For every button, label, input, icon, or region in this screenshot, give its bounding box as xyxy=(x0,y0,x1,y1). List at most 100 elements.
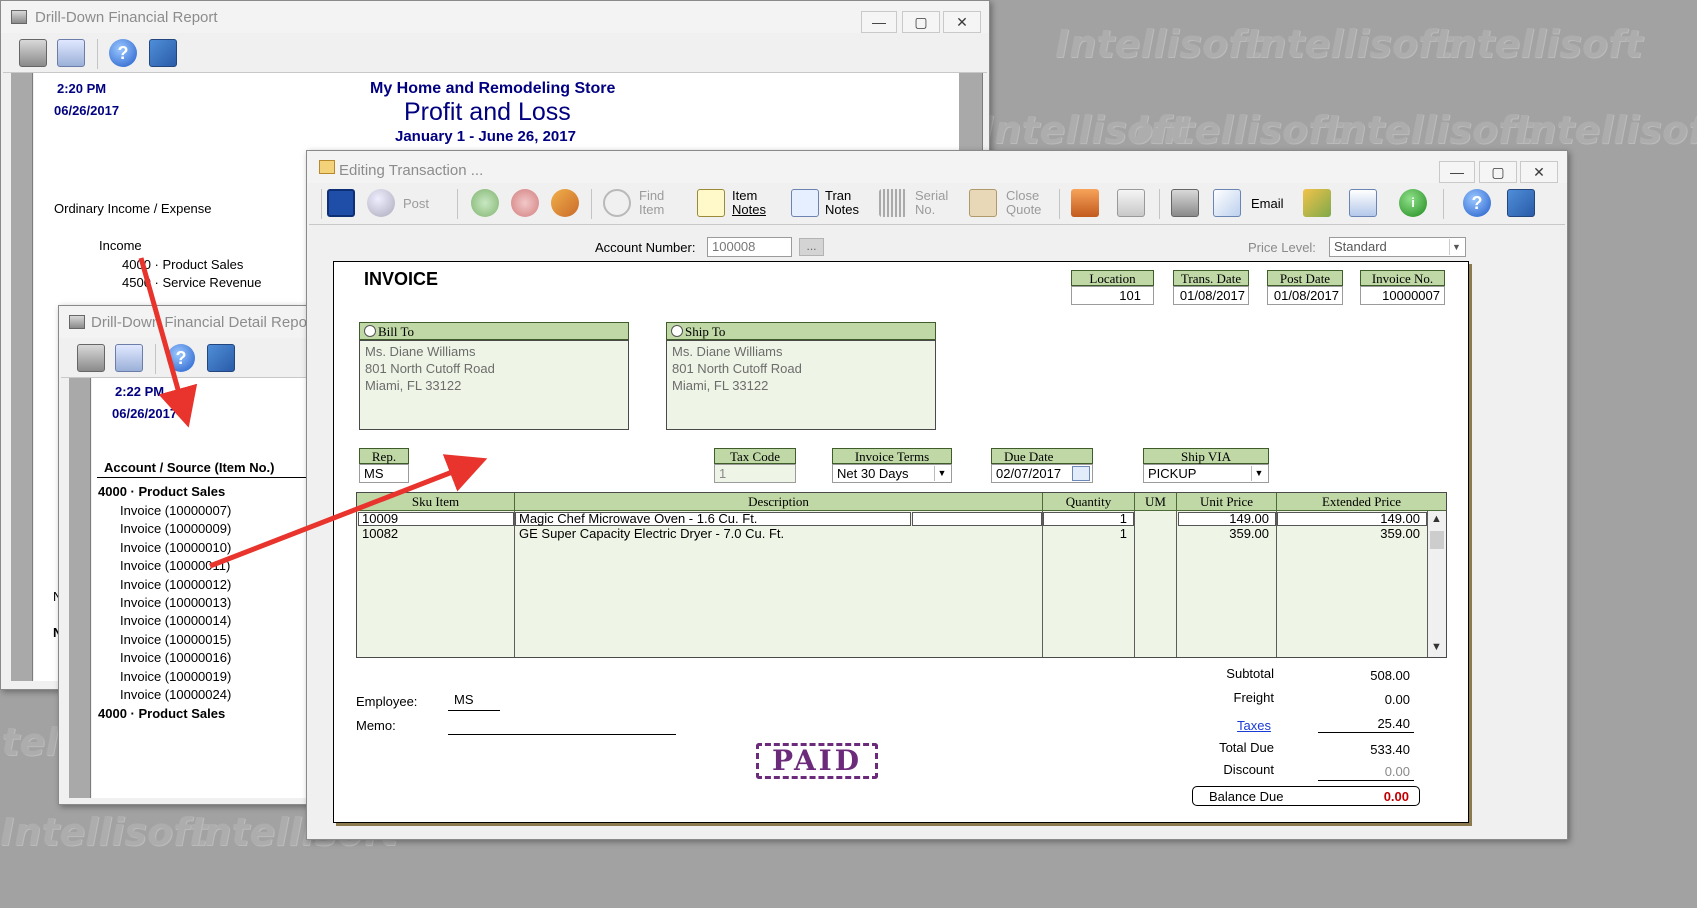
employee-value[interactable]: MS xyxy=(454,692,474,707)
export-icon[interactable] xyxy=(149,39,177,67)
tran-notes-icon[interactable] xyxy=(791,189,819,217)
serial-number-icon[interactable] xyxy=(879,189,907,217)
close-button[interactable]: ✕ xyxy=(1520,161,1558,183)
detail-row[interactable]: Invoice (10000009) xyxy=(120,521,231,536)
detail-row[interactable]: Invoice (10000012) xyxy=(120,577,231,592)
export-icon[interactable] xyxy=(1507,189,1535,217)
taxes-link[interactable]: Taxes xyxy=(1194,718,1271,733)
copy-line-icon[interactable] xyxy=(551,189,579,217)
taxes-value: 25.40 xyxy=(1377,716,1410,731)
find-item-icon[interactable] xyxy=(603,189,631,217)
close-quote-icon[interactable] xyxy=(969,189,997,217)
serial-number-label[interactable]: Serial No. xyxy=(915,189,948,217)
orders-icon[interactable] xyxy=(1071,189,1099,217)
item-notes-icon[interactable] xyxy=(697,189,725,217)
item-notes-label[interactable]: Item Notes xyxy=(732,189,766,217)
minimize-button[interactable]: — xyxy=(1439,161,1475,183)
balance-due-box: Balance Due 0.00 xyxy=(1192,786,1420,806)
close-quote-label-line1: Close xyxy=(1006,188,1040,203)
extended-price-cell[interactable]: 149.00 xyxy=(1277,512,1420,526)
email-label[interactable]: Email xyxy=(1251,197,1284,211)
email-icon[interactable] xyxy=(1213,189,1241,217)
detail-row[interactable]: Invoice (10000016) xyxy=(120,650,231,665)
quantity-cell[interactable]: 1 xyxy=(1043,527,1127,541)
post-icon[interactable] xyxy=(367,189,395,217)
save-icon[interactable] xyxy=(327,189,355,217)
clipboard-icon[interactable] xyxy=(1349,189,1377,217)
post-label[interactable]: Post xyxy=(403,197,429,211)
ship-via-select[interactable]: PICKUP ▼ xyxy=(1143,464,1269,483)
discount-value[interactable]: 0.00 xyxy=(1324,764,1410,779)
tax-code-field[interactable]: 1 xyxy=(714,464,796,483)
scroll-down-icon[interactable]: ▼ xyxy=(1431,641,1442,653)
price-level-select[interactable]: Standard ▼ xyxy=(1329,237,1466,257)
minimize-button[interactable]: — xyxy=(861,11,897,33)
window-title: Drill-Down Financial Report xyxy=(35,9,218,26)
extended-price-cell[interactable]: 359.00 xyxy=(1277,527,1420,541)
grid-scrollbar[interactable]: ▲ ▼ xyxy=(1428,511,1446,657)
chevron-down-icon[interactable]: ▼ xyxy=(1251,466,1266,481)
chevron-down-icon[interactable]: ▼ xyxy=(934,466,949,481)
detail-row[interactable]: Invoice (10000024) xyxy=(120,687,231,702)
invoice-terms-select[interactable]: Net 30 Days ▼ xyxy=(832,464,952,483)
tran-notes-label[interactable]: Tran Notes xyxy=(825,189,859,217)
quantity-cell[interactable]: 1 xyxy=(1043,512,1127,526)
maximize-button[interactable]: ▢ xyxy=(902,11,940,33)
add-line-icon[interactable] xyxy=(471,189,499,217)
location-field[interactable]: 101 xyxy=(1071,286,1154,305)
sku-cell[interactable]: 10082 xyxy=(362,527,398,541)
report-row[interactable]: 4500 · Service Revenue xyxy=(122,275,261,290)
taxes-link-text[interactable]: Taxes xyxy=(1237,718,1271,733)
balance-due-value: 0.00 xyxy=(1383,789,1409,804)
print-icon[interactable] xyxy=(19,39,47,67)
freight-value[interactable]: 0.00 xyxy=(1324,692,1410,707)
detail-row[interactable]: Invoice (10000010) xyxy=(120,540,231,555)
calendar-icon[interactable] xyxy=(1072,466,1090,481)
delete-line-icon[interactable] xyxy=(511,189,539,217)
info-icon[interactable]: i xyxy=(1399,189,1427,217)
rep-field[interactable]: MS xyxy=(359,464,409,483)
maximize-button[interactable]: ▢ xyxy=(1479,161,1517,183)
close-quote-label[interactable]: Close Quote xyxy=(1006,189,1041,217)
description-cell[interactable]: Magic Chef Microwave Oven - 1.6 Cu. Ft. xyxy=(519,512,757,526)
due-date-field[interactable]: 02/07/2017 xyxy=(991,464,1093,483)
scroll-thumb[interactable] xyxy=(1430,531,1444,549)
unit-price-cell[interactable]: 149.00 xyxy=(1177,512,1269,526)
close-button[interactable]: ✕ xyxy=(943,11,981,33)
detail-row[interactable]: Invoice (10000013) xyxy=(120,595,231,610)
ship-to-radio[interactable] xyxy=(671,325,683,337)
trans-date-field[interactable]: 01/08/2017 xyxy=(1173,286,1249,305)
sku-cell[interactable]: 10009 xyxy=(362,512,398,526)
print-icon[interactable] xyxy=(77,344,105,372)
export-icon[interactable] xyxy=(207,344,235,372)
find-item-label[interactable]: Find Item xyxy=(639,189,664,217)
chevron-down-icon[interactable]: ▼ xyxy=(1449,239,1463,255)
detail-row[interactable]: Invoice (10000007) xyxy=(120,503,231,518)
account-number-input[interactable]: 100008 xyxy=(707,237,792,257)
bill-to-box[interactable]: Ms. Diane Williams 801 North Cutoff Road… xyxy=(359,340,629,430)
documents-icon[interactable] xyxy=(1117,189,1145,217)
detail-row[interactable]: Invoice (10000011) xyxy=(120,558,230,573)
invoice-number-field[interactable]: 10000007 xyxy=(1360,286,1445,305)
account-lookup-button[interactable]: ... xyxy=(799,238,824,256)
preview-icon[interactable] xyxy=(115,344,143,372)
unit-price-cell[interactable]: 359.00 xyxy=(1177,527,1269,541)
detail-row[interactable]: Invoice (10000015) xyxy=(120,632,231,647)
report-row[interactable]: 4000 · Product Sales xyxy=(122,257,243,272)
discount-label: Discount xyxy=(1223,762,1274,777)
help-icon[interactable]: ? xyxy=(167,344,195,372)
package-icon[interactable] xyxy=(1303,189,1331,217)
scroll-up-icon[interactable]: ▲ xyxy=(1431,513,1442,525)
bill-to-radio[interactable] xyxy=(364,325,376,337)
post-date-field[interactable]: 01/08/2017 xyxy=(1267,286,1343,305)
memo-input-line[interactable] xyxy=(448,734,676,735)
description-cell[interactable]: GE Super Capacity Electric Dryer - 7.0 C… xyxy=(519,527,784,541)
ship-to-box[interactable]: Ms. Diane Williams 801 North Cutoff Road… xyxy=(666,340,936,430)
detail-row[interactable]: Invoice (10000014) xyxy=(120,613,231,628)
detail-row[interactable]: Invoice (10000019) xyxy=(120,669,231,684)
preview-icon[interactable] xyxy=(57,39,85,67)
help-icon[interactable]: ? xyxy=(109,39,137,67)
print-icon[interactable] xyxy=(1171,189,1199,217)
description-column-header: Description xyxy=(515,493,1043,511)
help-icon[interactable]: ? xyxy=(1463,189,1491,217)
